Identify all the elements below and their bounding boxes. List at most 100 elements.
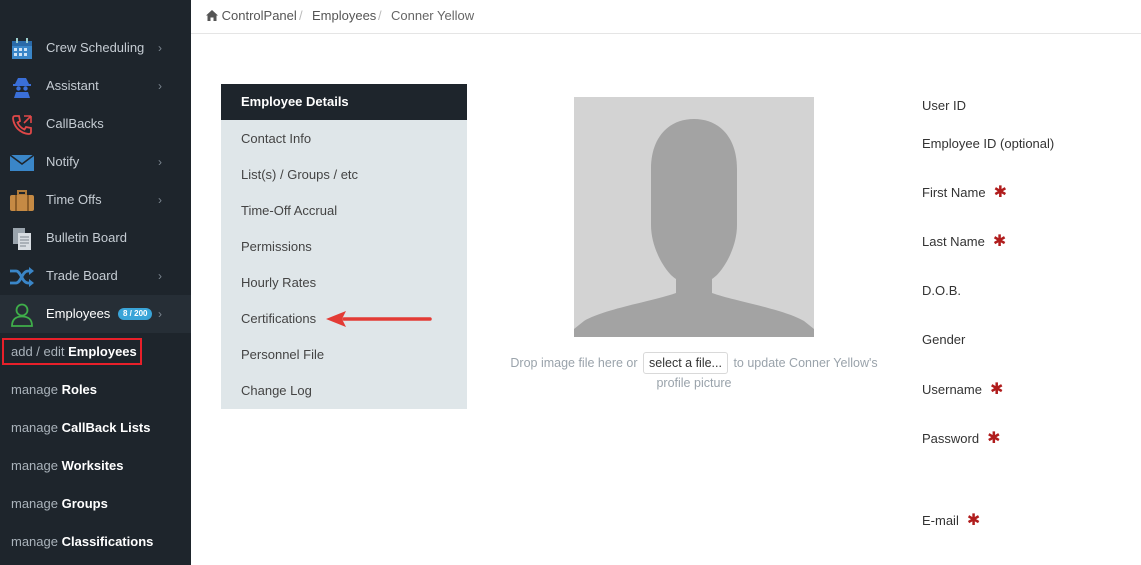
dropzone-instructions: Drop image file here or select a file...… — [494, 352, 894, 392]
field-label: Employee ID (optional) — [922, 136, 1055, 151]
sidebar-item-label: Assistant — [46, 78, 99, 93]
field-label: Password — [922, 431, 980, 446]
submenu-prefix: manage — [11, 382, 58, 397]
sidebar-item-employees[interactable]: Employees 8 / 200 › — [0, 295, 191, 333]
chevron-right-icon: › — [158, 269, 162, 283]
label-password: Password ✱ — [922, 431, 1000, 447]
tab-permissions[interactable]: Permissions — [241, 239, 312, 255]
submenu-bold: Worksites — [61, 458, 124, 473]
user-icon — [9, 302, 34, 327]
field-label: Last Name — [922, 234, 985, 249]
sidebar-item-label: Trade Board — [46, 268, 118, 283]
submenu-manage-groups[interactable]: manage Groups — [0, 485, 191, 523]
label-first-name: First Name ✱ — [922, 185, 1007, 201]
sidebar-item-label: Bulletin Board — [46, 230, 127, 245]
field-label: Gender — [922, 332, 966, 347]
field-label: E-mail — [922, 513, 959, 528]
submenu-bold: Classifications — [61, 534, 154, 549]
submenu-label: manage CallBack Lists — [11, 420, 150, 436]
field-label: Username — [922, 382, 982, 397]
sidebar: Crew Scheduling › Assistant › CallBacks … — [0, 0, 191, 565]
tab-label: Employee Details — [241, 94, 349, 109]
chevron-right-icon: › — [158, 79, 162, 93]
label-dob: D.O.B. — [922, 283, 961, 299]
sidebar-item-bulletin-board[interactable]: Bulletin Board — [0, 219, 191, 257]
sidebar-item-assistant[interactable]: Assistant › — [0, 67, 191, 105]
submenu-manage-callback-lists[interactable]: manage CallBack Lists — [0, 409, 191, 447]
tab-personnel-file[interactable]: Personnel File — [241, 347, 324, 363]
submenu-manage-worksites[interactable]: manage Worksites — [0, 447, 191, 485]
tab-change-log[interactable]: Change Log — [241, 383, 312, 399]
submenu-label: manage Roles — [11, 382, 97, 398]
sidebar-item-label: Employees — [46, 306, 111, 321]
employee-count-badge: 8 / 200 — [118, 308, 153, 320]
sidebar-item-label: Time Offs — [46, 192, 102, 207]
drop-text-before: Drop image file here or — [510, 356, 638, 370]
tab-lists-groups[interactable]: List(s) / Groups / etc — [241, 167, 358, 183]
tab-hourly-rates[interactable]: Hourly Rates — [241, 275, 316, 291]
sidebar-item-label: Notify — [46, 154, 80, 169]
submenu-bold: CallBack Lists — [61, 420, 151, 435]
sidebar-item-time-offs[interactable]: Time Offs › — [0, 181, 191, 219]
home-icon — [206, 10, 218, 21]
submenu-manage-roles[interactable]: manage Roles — [0, 371, 191, 409]
label-username: Username ✱ — [922, 382, 1003, 398]
suitcase-icon — [9, 188, 34, 213]
profile-picture-dropzone[interactable] — [574, 97, 814, 337]
required-icon: ✱ — [993, 184, 1007, 201]
breadcrumb-separator: / — [378, 8, 382, 23]
label-email: E-mail ✱ — [922, 513, 980, 529]
label-last-name: Last Name ✱ — [922, 234, 1006, 250]
breadcrumb: ControlPanel / Employees / Conner Yellow — [191, 0, 1141, 34]
employee-tabs: Employee Details Contact Info List(s) / … — [221, 84, 467, 409]
breadcrumb-employees[interactable]: Employees — [312, 8, 376, 24]
field-label: D.O.B. — [922, 283, 962, 298]
submenu-manage-classifications[interactable]: manage Classifications — [0, 523, 191, 561]
sidebar-item-label: Crew Scheduling — [46, 40, 145, 55]
submenu-label: manage Worksites — [11, 458, 124, 474]
breadcrumb-home[interactable]: ControlPanel — [206, 8, 297, 24]
field-label: User ID — [922, 98, 967, 113]
chevron-right-icon: › — [158, 41, 162, 55]
sidebar-item-crew-scheduling[interactable]: Crew Scheduling › — [0, 29, 191, 67]
phone-icon — [9, 112, 34, 137]
submenu-prefix: manage — [11, 420, 58, 435]
submenu-prefix: manage — [11, 534, 58, 549]
shuffle-icon — [9, 264, 34, 289]
submenu-prefix: manage — [11, 496, 58, 511]
envelope-icon — [9, 150, 34, 175]
submenu-label: manage Classifications — [11, 534, 153, 550]
sidebar-item-callbacks[interactable]: CallBacks — [0, 105, 191, 143]
highlight-box — [2, 338, 142, 365]
documents-icon — [9, 226, 34, 251]
submenu-bold: Roles — [61, 382, 98, 397]
select-file-button[interactable]: select a file... — [643, 352, 728, 374]
required-icon: ✱ — [992, 233, 1007, 250]
field-label: First Name — [922, 185, 986, 200]
tab-time-off-accrual[interactable]: Time-Off Accrual — [241, 203, 337, 219]
avatar-silhouette-icon — [574, 119, 814, 337]
breadcrumb-home-label: ControlPanel — [221, 8, 297, 23]
sidebar-item-label: CallBacks — [46, 116, 104, 131]
breadcrumb-separator: / — [299, 8, 303, 23]
chevron-right-icon: › — [158, 155, 162, 169]
required-icon: ✱ — [989, 381, 1004, 398]
sidebar-item-notify[interactable]: Notify › — [0, 143, 191, 181]
required-icon: ✱ — [987, 430, 1001, 447]
breadcrumb-current: Conner Yellow — [391, 8, 475, 23]
submenu-bold: Groups — [61, 496, 108, 511]
sidebar-item-trade-board[interactable]: Trade Board › — [0, 257, 191, 295]
required-icon: ✱ — [966, 512, 981, 529]
label-user-id: User ID — [922, 98, 966, 114]
tab-certifications[interactable]: Certifications — [241, 311, 316, 327]
chevron-right-icon: › — [158, 307, 162, 321]
tab-contact-info[interactable]: Contact Info — [241, 131, 311, 147]
label-employee-id: Employee ID (optional) — [922, 136, 1054, 152]
spy-icon — [9, 74, 34, 99]
submenu-label: manage Groups — [11, 496, 108, 512]
submenu-prefix: manage — [11, 458, 58, 473]
chevron-right-icon: › — [158, 193, 162, 207]
calendar-icon — [9, 36, 34, 61]
label-gender: Gender — [922, 332, 965, 348]
tab-employee-details[interactable]: Employee Details — [221, 84, 467, 120]
